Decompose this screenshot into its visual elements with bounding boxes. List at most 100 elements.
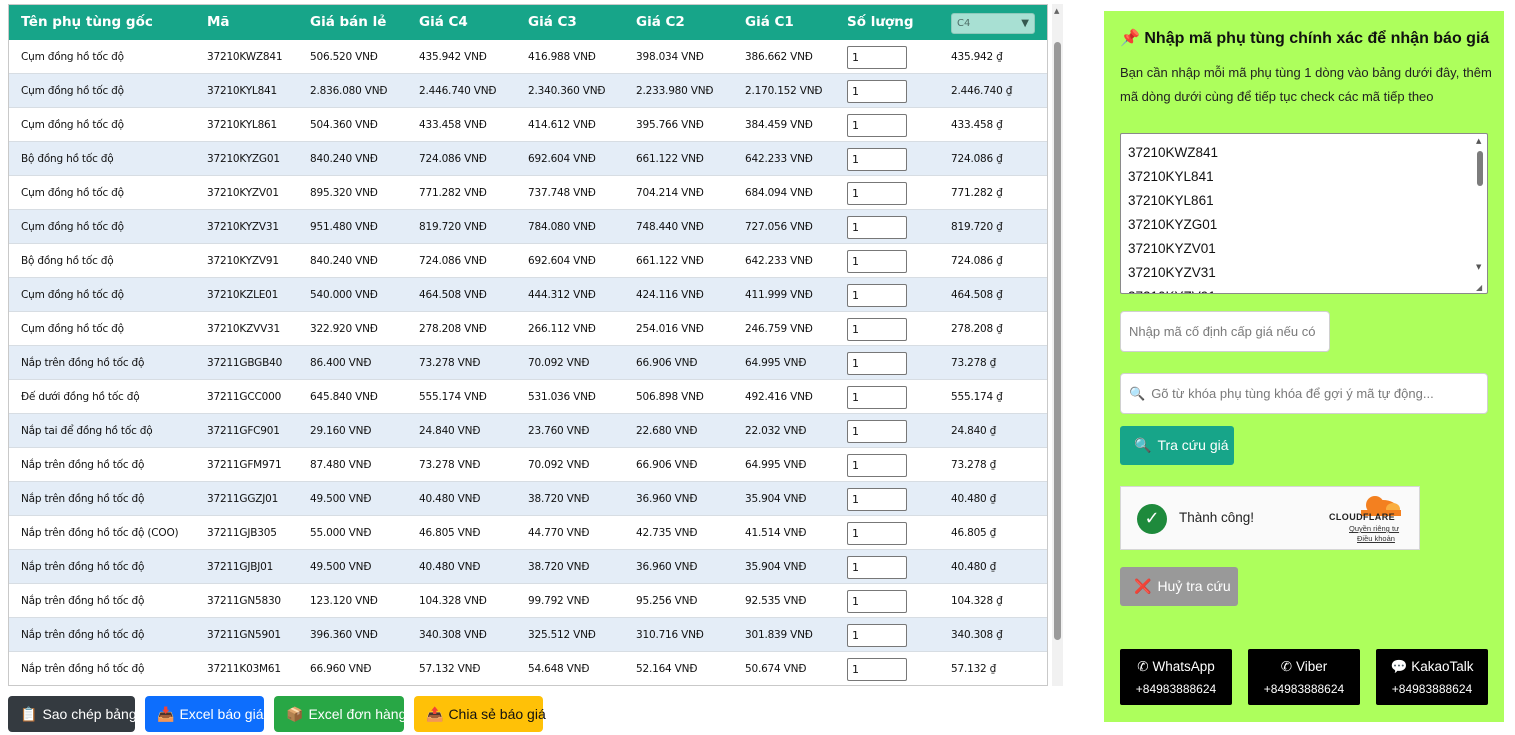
part-codes-textarea[interactable]: 37210KWZ841 37210KYL841 37210KYL861 37210KY… bbox=[1120, 133, 1488, 294]
panel-description: Bạn cần nhập mỗi mã phụ tùng 1 dòng vào … bbox=[1120, 65, 1492, 104]
viber-name: ✆ Viber bbox=[1248, 659, 1360, 675]
header-price-c1: Giá C1 bbox=[745, 14, 794, 30]
quantity-input[interactable]: 1 bbox=[847, 148, 907, 171]
code-line: 37210KYZG01 bbox=[1128, 217, 1218, 232]
price-c3-cell: 70.092 VNĐ bbox=[528, 459, 590, 471]
header-price-c2: Giá C2 bbox=[636, 14, 685, 30]
quantity-input[interactable]: 1 bbox=[847, 624, 907, 647]
viber-icon: ✆ bbox=[1280, 659, 1293, 674]
price-c4-cell: 278.208 VNĐ bbox=[419, 323, 487, 335]
table-row: Nắp trên đồng hồ tốc độ 37211GN5830 123.12… bbox=[9, 584, 1047, 618]
part-name-cell: Cụm đồng hồ tốc độ bbox=[21, 289, 124, 301]
table-row: Nắp trên đồng hồ tốc độ 37211GFM971 87.480… bbox=[9, 448, 1047, 482]
price-c3-cell: 737.748 VNĐ bbox=[528, 187, 596, 199]
price-c3-cell: 99.792 VNĐ bbox=[528, 595, 590, 607]
kakaotalk-contact-button[interactable]: 💬 KakaoTalk +84983888624 bbox=[1376, 649, 1488, 705]
quantity-input[interactable]: 1 bbox=[847, 318, 907, 341]
kakaotalk-phone: +84983888624 bbox=[1391, 682, 1473, 696]
price-level-value: C4 bbox=[957, 18, 971, 29]
price-c3-cell: 325.512 VNĐ bbox=[528, 629, 596, 641]
retail-price-cell: 29.160 VNĐ bbox=[310, 425, 372, 437]
quantity-input[interactable]: 1 bbox=[847, 250, 907, 273]
part-code-cell: 37210KYL861 bbox=[207, 119, 278, 131]
cancel-lookup-button[interactable]: ❌ Huỷ tra cứu bbox=[1120, 567, 1238, 606]
price-c2-cell: 506.898 VNĐ bbox=[636, 391, 704, 403]
line-total-cell: 46.805 ₫ bbox=[951, 527, 997, 539]
search-icon: 🔍 bbox=[1134, 437, 1152, 453]
table-row: Cụm đồng hồ tốc độ 37210KZLE01 540.000 VNĐ… bbox=[9, 278, 1047, 312]
retail-price-cell: 840.240 VNĐ bbox=[310, 153, 378, 165]
share-quote-button[interactable]: 📤 Chia sẻ báo giá bbox=[414, 696, 546, 732]
table-row: Cụm đồng hồ tốc độ 37210KWZ841 506.520 VNĐ… bbox=[9, 40, 1047, 74]
table-row: Nắp trên đồng hồ tốc độ 37211GN5901 396.36… bbox=[9, 618, 1047, 652]
line-total-cell: 433.458 ₫ bbox=[951, 119, 1003, 131]
part-name-cell: Nắp trên đồng hồ tốc độ bbox=[21, 663, 145, 675]
part-name-cell: Nắp tai để đồng hồ tốc độ bbox=[21, 425, 153, 437]
excel-order-button[interactable]: 📦 Excel đơn hàng bbox=[274, 696, 406, 732]
retail-price-cell: 86.400 VNĐ bbox=[310, 357, 372, 369]
textarea-scrollbar[interactable]: ▲ ▼ ◢ bbox=[1474, 135, 1486, 292]
viber-contact-button[interactable]: ✆ Viber +84983888624 bbox=[1248, 649, 1360, 705]
fixed-code-input[interactable]: Nhập mã cố định cấp giá nếu có bbox=[1120, 311, 1330, 352]
scroll-up-icon[interactable]: ▲ bbox=[1054, 7, 1059, 15]
quantity-input[interactable]: 1 bbox=[847, 488, 907, 511]
quantity-input[interactable]: 1 bbox=[847, 658, 907, 681]
textarea-scroll-thumb[interactable] bbox=[1477, 151, 1483, 186]
table-row: Cụm đồng hồ tốc độ 37210KZVV31 322.920 VNĐ… bbox=[9, 312, 1047, 346]
price-c3-cell: 70.092 VNĐ bbox=[528, 357, 590, 369]
quantity-input[interactable]: 1 bbox=[847, 352, 907, 375]
price-c1-cell: 492.416 VNĐ bbox=[745, 391, 813, 403]
whatsapp-contact-button[interactable]: ✆ WhatsApp +84983888624 bbox=[1120, 649, 1232, 705]
part-name-cell: Nắp trên đồng hồ tốc độ bbox=[21, 493, 145, 505]
retail-price-cell: 66.960 VNĐ bbox=[310, 663, 372, 675]
retail-price-cell: 49.500 VNĐ bbox=[310, 493, 372, 505]
scroll-down-icon[interactable]: ▼ bbox=[1476, 263, 1481, 271]
quantity-input[interactable]: 1 bbox=[847, 284, 907, 307]
excel-quote-button[interactable]: 📥 Excel báo giá bbox=[145, 696, 264, 732]
quantity-input[interactable]: 1 bbox=[847, 216, 907, 239]
retail-price-cell: 951.480 VNĐ bbox=[310, 221, 378, 233]
price-c3-cell: 38.720 VNĐ bbox=[528, 561, 590, 573]
share-quote-label: Chia sẻ báo giá bbox=[448, 706, 546, 722]
quantity-input[interactable]: 1 bbox=[847, 386, 907, 409]
price-c3-cell: 44.770 VNĐ bbox=[528, 527, 590, 539]
price-c2-cell: 661.122 VNĐ bbox=[636, 153, 704, 165]
table-row: Nắp trên đồng hồ tốc độ 37211K03M61 66.960… bbox=[9, 652, 1047, 685]
quantity-input[interactable]: 1 bbox=[847, 420, 907, 443]
retail-price-cell: 322.920 VNĐ bbox=[310, 323, 378, 335]
part-code-cell: 37210KZLE01 bbox=[207, 289, 279, 301]
resize-grip-icon[interactable]: ◢ bbox=[1476, 283, 1482, 292]
price-c4-cell: 40.480 VNĐ bbox=[419, 493, 481, 505]
line-total-cell: 819.720 ₫ bbox=[951, 221, 1003, 233]
price-c4-cell: 73.278 VNĐ bbox=[419, 357, 481, 369]
quantity-input[interactable]: 1 bbox=[847, 46, 907, 69]
privacy-link[interactable]: Quyền riêng tư bbox=[1349, 524, 1399, 533]
line-total-cell: 73.278 ₫ bbox=[951, 357, 997, 369]
quantity-input[interactable]: 1 bbox=[847, 522, 907, 545]
part-name-cell: Nắp trên đồng hồ tốc độ (COO) bbox=[21, 527, 179, 539]
keyword-search-input[interactable]: 🔍 Gõ từ khóa phụ tùng khóa để gợi ý mã tự… bbox=[1120, 373, 1488, 414]
quantity-input[interactable]: 1 bbox=[847, 454, 907, 477]
lookup-price-button[interactable]: 🔍 Tra cứu giá bbox=[1120, 426, 1234, 465]
price-c1-cell: 386.662 VNĐ bbox=[745, 51, 813, 63]
chevron-down-icon: ▼ bbox=[1021, 18, 1029, 29]
scrollbar-thumb[interactable] bbox=[1054, 42, 1061, 640]
retail-price-cell: 506.520 VNĐ bbox=[310, 51, 378, 63]
quantity-input[interactable]: 1 bbox=[847, 182, 907, 205]
quantity-input[interactable]: 1 bbox=[847, 556, 907, 579]
price-level-select[interactable]: C4 ▼ bbox=[951, 13, 1035, 34]
terms-link[interactable]: Điều khoản bbox=[1357, 534, 1395, 543]
retail-price-cell: 55.000 VNĐ bbox=[310, 527, 372, 539]
whatsapp-icon: ✆ bbox=[1137, 659, 1149, 674]
quantity-input[interactable]: 1 bbox=[847, 590, 907, 613]
quantity-input[interactable]: 1 bbox=[847, 80, 907, 103]
price-c2-cell: 310.716 VNĐ bbox=[636, 629, 704, 641]
scroll-up-icon[interactable]: ▲ bbox=[1476, 137, 1481, 145]
copy-table-button[interactable]: 📋 Sao chép bảng bbox=[8, 696, 137, 732]
price-c1-cell: 22.032 VNĐ bbox=[745, 425, 807, 437]
part-name-cell: Nắp trên đồng hồ tốc độ bbox=[21, 561, 145, 573]
part-code-cell: 37211GN5830 bbox=[207, 595, 281, 607]
table-scrollbar[interactable]: ▲ bbox=[1052, 4, 1063, 686]
quantity-input[interactable]: 1 bbox=[847, 114, 907, 137]
price-c1-cell: 41.514 VNĐ bbox=[745, 527, 807, 539]
